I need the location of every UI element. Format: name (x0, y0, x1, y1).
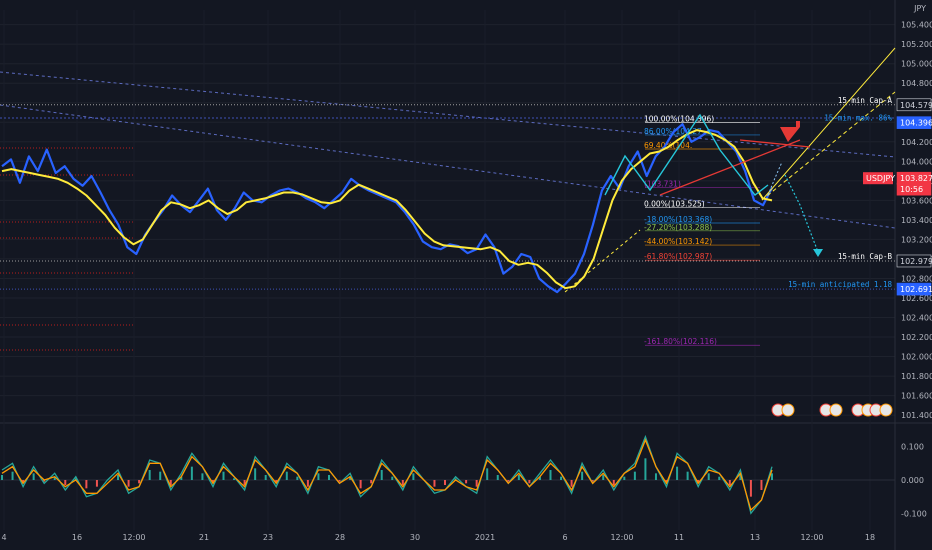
price-tag-label: 104.579 (900, 101, 932, 110)
annotation-label: 15-min Cap-A (838, 96, 893, 105)
symbol-tag-label: USDJPY (866, 174, 895, 183)
event-flag-icon (781, 403, 795, 417)
y-tick-label: 103.400 (901, 216, 932, 225)
x-tick-label: 18 (865, 533, 875, 542)
price-tag-label: 104.396 (900, 119, 932, 128)
x-tick-label: 12:00 (610, 533, 633, 542)
chart-background (0, 0, 932, 550)
y-tick-label: 102.000 (901, 353, 932, 362)
x-tick-label: 12:00 (800, 533, 823, 542)
x-tick-label: 21 (199, 533, 209, 542)
price-tag-label: 10:56 (900, 185, 923, 194)
chart[interactable]: 100.00%(104.396)86.00%(104.2769.40%(104.… (0, 0, 932, 550)
y-tick-label: 104.200 (901, 138, 932, 147)
x-tick-label: 13 (750, 533, 760, 542)
y-tick-label: 104.000 (901, 157, 932, 166)
x-tick-label: 30 (410, 533, 420, 542)
price-tag-label: 103.827 (900, 174, 932, 183)
fib-level-label: 0.00%(103.525) (644, 200, 705, 209)
x-tick-label: 11 (674, 533, 684, 542)
y-tick-label: 102.800 (901, 274, 932, 283)
x-tick-label: 4 (1, 533, 6, 542)
fib-level-label: -161.80%(102.116) (644, 337, 717, 346)
x-tick-label: 12:00 (122, 533, 145, 542)
y-tick-label: 101.600 (901, 392, 932, 401)
currency-label: JPY (914, 4, 926, 13)
osc-y-tick-label: -0.100 (901, 509, 927, 518)
price-tag-label: 102.691 (900, 285, 932, 294)
y-tick-label: 103.200 (901, 235, 932, 244)
y-tick-label: 105.000 (901, 60, 932, 69)
x-tick-label: 16 (72, 533, 82, 542)
y-tick-label: 105.200 (901, 40, 932, 49)
x-tick-label: 23 (263, 533, 273, 542)
event-flag-icon (829, 403, 843, 417)
annotation-label: 15-min max. 86% (824, 114, 892, 123)
fib-level-label: -61.80%(102.987) (644, 252, 712, 261)
annotation-label: 15-min Cap-B (838, 252, 893, 261)
fib-level-label: -44.00%(103.142) (644, 237, 712, 246)
x-tick-label: 6 (562, 533, 567, 542)
y-tick-label: 102.400 (901, 314, 932, 323)
x-tick-label: 28 (335, 533, 345, 542)
event-flag-icon (879, 403, 893, 417)
osc-y-tick-label: 0.000 (901, 476, 924, 485)
price-tag-label: 102.979 (900, 257, 932, 266)
fib-level-label: (103.731) (644, 180, 681, 189)
y-tick-label: 101.800 (901, 372, 932, 381)
annotation-label: 15-min anticipated 1.18 (788, 280, 892, 289)
y-tick-label: 104.800 (901, 79, 932, 88)
y-tick-label: 103.600 (901, 196, 932, 205)
y-tick-label: 102.200 (901, 333, 932, 342)
osc-y-tick-label: 0.100 (901, 443, 924, 452)
y-tick-label: 105.400 (901, 21, 932, 30)
x-tick-label: 2021 (475, 533, 495, 542)
fib-level-label: -27.20%(103.288) (644, 223, 712, 232)
y-tick-label: 101.400 (901, 411, 932, 420)
